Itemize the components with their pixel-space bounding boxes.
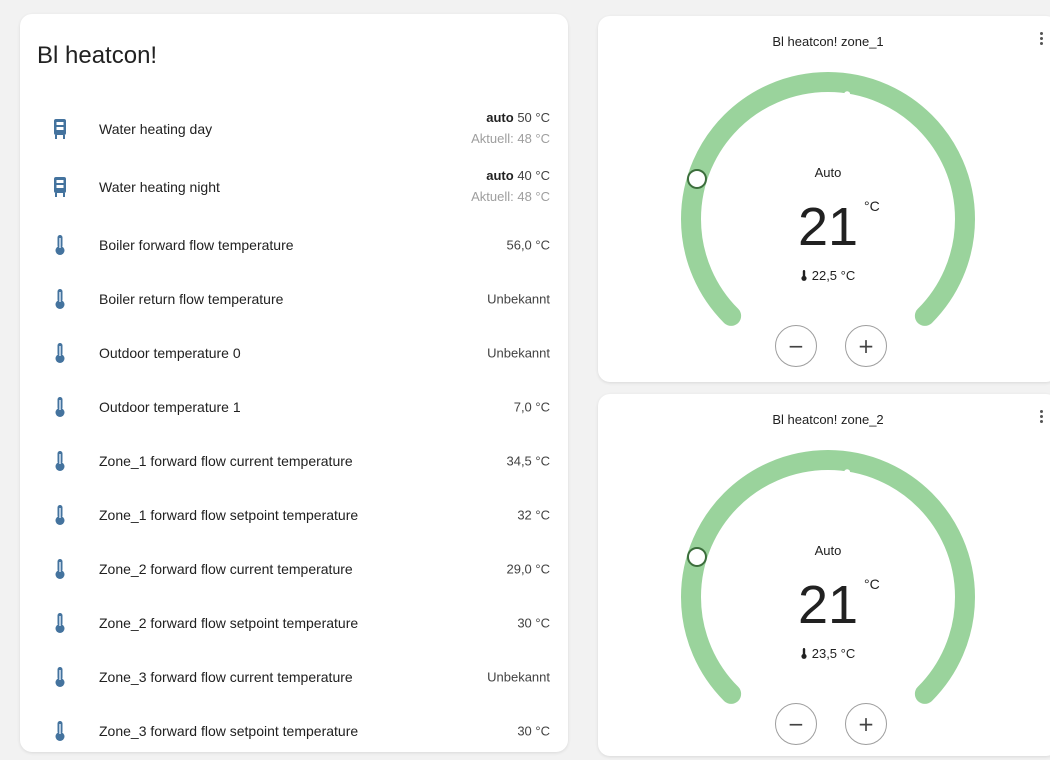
water-boiler-icon xyxy=(50,176,70,198)
thermostat-card-zone-2: Bl heatcon! zone_2 Auto 21 °C 23,5 °C − + xyxy=(598,394,1050,756)
target-unit: °C xyxy=(864,198,880,214)
current-temperature-marker xyxy=(844,469,851,476)
thermometer-icon xyxy=(50,612,70,634)
entity-row[interactable]: Zone_3 forward flow setpoint temperature… xyxy=(20,704,568,758)
entity-name: Zone_1 forward flow current temperature xyxy=(99,453,353,469)
card-title: Bl heatcon! xyxy=(37,42,158,69)
decrease-temperature-button[interactable]: − xyxy=(775,325,817,367)
entity-row[interactable]: Boiler forward flow temperature 56,0 °C xyxy=(20,218,568,272)
setpoint-value: 40 °C xyxy=(517,168,550,183)
current-temperature-marker xyxy=(844,91,851,98)
entity-row[interactable]: Zone_2 forward flow setpoint temperature… xyxy=(20,596,568,650)
thermostat-card-zone-1: Bl heatcon! zone_1 Auto 21 °C 22,5 °C − + xyxy=(598,16,1050,382)
hvac-mode-label: auto xyxy=(486,168,514,183)
target-temperature: 21 °C xyxy=(598,575,1050,635)
setpoint-value: 50 °C xyxy=(517,110,550,125)
entity-state: 56,0 °C xyxy=(506,237,550,253)
current-temperature: Aktuell: 48 °C xyxy=(471,131,550,146)
entity-name: Zone_2 forward flow setpoint temperature xyxy=(99,615,359,631)
increase-temperature-button[interactable]: + xyxy=(845,325,887,367)
thermometer-icon xyxy=(50,288,70,310)
water-boiler-icon xyxy=(50,118,70,140)
entity-name: Boiler forward flow temperature xyxy=(99,237,294,253)
entity-state: Unbekannt xyxy=(487,345,550,361)
current-temperature: 22,5 °C xyxy=(598,268,1050,283)
thermometer-icon xyxy=(50,504,70,526)
current-temperature-value: 22,5 °C xyxy=(811,268,856,283)
entity-name: Outdoor temperature 1 xyxy=(99,399,241,415)
entity-state: 34,5 °C xyxy=(506,453,550,469)
entity-state: auto 50 °C Aktuell: 48 °C xyxy=(471,108,550,150)
entity-state: 30 °C xyxy=(517,615,550,631)
entity-state: 7,0 °C xyxy=(513,399,550,415)
hvac-mode: Auto xyxy=(814,165,842,180)
thermometer-icon xyxy=(50,342,70,364)
entity-row[interactable]: Zone_1 forward flow current temperature 3… xyxy=(20,434,568,488)
entity-name: Water heating night xyxy=(99,179,220,195)
entity-row[interactable]: Water heating night auto 40 °C Aktuell: 48… xyxy=(20,160,568,214)
entity-row[interactable]: Boiler return flow temperature Unbekannt xyxy=(20,272,568,326)
thermometer-icon xyxy=(50,450,70,472)
target-value: 21 °C xyxy=(797,575,880,635)
current-temperature: Aktuell: 48 °C xyxy=(471,189,550,204)
target-value: 21 °C xyxy=(797,197,880,257)
thermometer-icon xyxy=(50,234,70,256)
entity-row[interactable]: Outdoor temperature 0 Unbekannt xyxy=(20,326,568,380)
entity-row[interactable]: Outdoor temperature 1 7,0 °C xyxy=(20,380,568,434)
thermometer-icon xyxy=(801,270,807,281)
thermometer-icon xyxy=(50,396,70,418)
entity-name: Zone_1 forward flow setpoint temperature xyxy=(99,507,359,523)
entity-name: Zone_3 forward flow setpoint temperature xyxy=(99,723,359,739)
thermometer-icon xyxy=(50,720,70,742)
target-unit: °C xyxy=(864,576,880,592)
entity-name: Water heating day xyxy=(99,121,213,137)
hvac-mode-label: auto xyxy=(486,110,514,125)
entity-state: Unbekannt xyxy=(487,291,550,307)
thermometer-icon xyxy=(801,648,807,659)
hvac-mode: Auto xyxy=(814,543,842,558)
entity-name: Boiler return flow temperature xyxy=(99,291,284,307)
target-temperature: 21 °C xyxy=(598,197,1050,257)
entity-name: Outdoor temperature 0 xyxy=(99,345,241,361)
entities-card: Bl heatcon! Water heating day auto 50 °C A… xyxy=(20,14,568,752)
entity-row[interactable]: Zone_3 forward flow current temperature U… xyxy=(20,650,568,704)
entity-name: Zone_3 forward flow current temperature xyxy=(99,669,353,685)
current-temperature: 23,5 °C xyxy=(598,646,1050,661)
thermometer-icon xyxy=(50,558,70,580)
current-temperature-value: 23,5 °C xyxy=(811,646,856,661)
decrease-temperature-button[interactable]: − xyxy=(775,703,817,745)
entity-state: 30 °C xyxy=(517,723,550,739)
entity-state: 32 °C xyxy=(517,507,550,523)
entity-state: 29,0 °C xyxy=(506,561,550,577)
thermometer-icon xyxy=(50,666,70,688)
increase-temperature-button[interactable]: + xyxy=(845,703,887,745)
entity-row[interactable]: Zone_1 forward flow setpoint temperature… xyxy=(20,488,568,542)
entity-name: Zone_2 forward flow current temperature xyxy=(99,561,353,577)
entity-row[interactable]: Water heating day auto 50 °C Aktuell: 48 °… xyxy=(20,102,568,156)
entity-state: auto 40 °C Aktuell: 48 °C xyxy=(471,166,550,208)
entity-row[interactable]: Zone_2 forward flow current temperature 2… xyxy=(20,542,568,596)
entity-state: Unbekannt xyxy=(487,669,550,685)
